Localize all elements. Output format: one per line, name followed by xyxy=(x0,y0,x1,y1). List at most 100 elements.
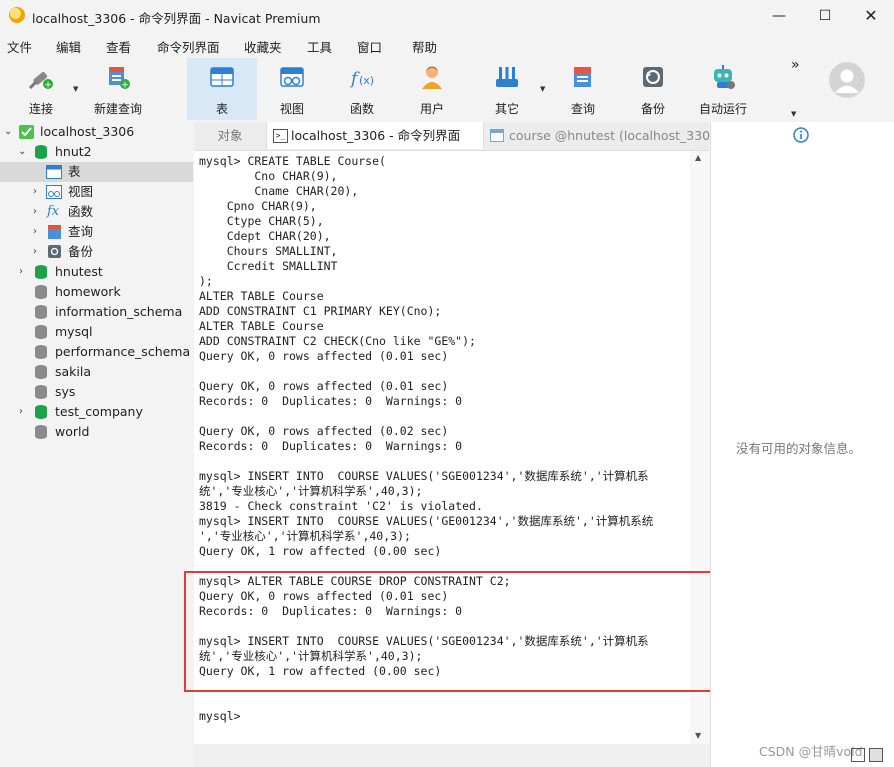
watermark: CSDN @甘晴void xyxy=(759,744,863,759)
tree-db-hnut2[interactable]: ⌄ hnut2 xyxy=(0,142,193,162)
title-bar: localhost_3306 - 命令列界面 - Navicat Premium… xyxy=(0,0,894,32)
console-line: Ctype CHAR(5), xyxy=(199,214,324,228)
menu-help[interactable]: 帮助 xyxy=(412,37,437,56)
chevron-right-icon[interactable]: › xyxy=(33,222,37,242)
other-dropdown-icon[interactable]: ▼ xyxy=(540,85,545,93)
tree-connection[interactable]: ⌄ localhost_3306 xyxy=(0,122,193,142)
scroll-down-icon[interactable]: ▼ xyxy=(695,731,701,740)
chevron-right-icon[interactable]: › xyxy=(19,402,23,422)
menu-edit[interactable]: 编辑 xyxy=(56,37,81,56)
tree-db-sakila[interactable]: sakila xyxy=(0,362,193,382)
console-line: 3819 - Check constraint 'C2' is violated… xyxy=(199,499,483,513)
menu-window[interactable]: 窗口 xyxy=(357,37,382,56)
menu-tools[interactable]: 工具 xyxy=(307,37,332,56)
object-info-panel: 没有可用的对象信息。 CSDN @甘晴void xyxy=(710,122,894,767)
console-line: Cdept CHAR(20), xyxy=(199,229,331,243)
horizontal-scrollbar xyxy=(194,744,709,767)
console-line: ','专业核心','计算机科学系',40,3); xyxy=(199,529,411,543)
minimize-button[interactable]: — xyxy=(756,0,802,32)
automation-label: 自动运行 xyxy=(698,102,747,116)
function-icon: fx xyxy=(47,204,60,219)
new-query-label: 新建查询 xyxy=(93,102,142,116)
menu-console[interactable]: 命令列界面 xyxy=(157,37,220,56)
console-line: mysql> INSERT INTO COURSE VALUES('SGE001… xyxy=(199,469,649,483)
tree-db-test-company[interactable]: › test_company xyxy=(0,402,193,422)
maximize-button[interactable]: ☐ xyxy=(802,0,848,32)
chevron-right-icon[interactable]: › xyxy=(33,182,37,202)
tree-db-label: world xyxy=(55,424,90,439)
connect-dropdown-icon[interactable]: ▼ xyxy=(73,85,78,93)
console-line: Records: 0 Duplicates: 0 Warnings: 0 xyxy=(199,394,463,408)
view-icon xyxy=(46,185,62,199)
database-icon xyxy=(35,285,47,299)
toolbar-options-icon[interactable]: ▼ xyxy=(791,110,796,118)
backup-button[interactable]: 备份 xyxy=(618,58,688,120)
menu-favorites[interactable]: 收藏夹 xyxy=(244,37,282,56)
tree-db-homework[interactable]: homework xyxy=(0,282,193,302)
navigation-tree: ⌄ localhost_3306 ⌄ hnut2 表 › 视图 › fx 函数 … xyxy=(0,122,193,767)
console-line: ); xyxy=(199,274,213,288)
console-line: mysql> xyxy=(199,709,241,723)
menu-bar: 文件 编辑 查看 命令列界面 收藏夹 工具 窗口 帮助 xyxy=(0,33,894,55)
avatar[interactable] xyxy=(829,62,865,98)
query-button[interactable]: 查询 xyxy=(548,58,618,120)
tree-item-backups[interactable]: › 备份 xyxy=(0,242,193,262)
chevron-down-icon[interactable]: ⌄ xyxy=(18,142,26,162)
table-button[interactable]: 表 xyxy=(187,58,257,120)
tree-db-sys[interactable]: sys xyxy=(0,382,193,402)
tree-db-hnutest[interactable]: › hnutest xyxy=(0,262,193,282)
terminal-icon: >_ xyxy=(273,129,288,143)
chevron-right-icon[interactable]: › xyxy=(33,242,37,262)
console-line: ADD CONSTRAINT C1 PRIMARY KEY(Cno); xyxy=(199,304,442,318)
table-icon xyxy=(210,67,234,87)
info-icon[interactable] xyxy=(793,127,809,143)
layout-toggle-icon[interactable] xyxy=(869,748,883,762)
view-button[interactable]: 视图 xyxy=(257,58,327,120)
chevron-right-icon[interactable]: › xyxy=(19,262,23,282)
no-object-info-text: 没有可用的对象信息。 xyxy=(736,441,862,456)
tab-course-label: course @hnutest (localhost_330... xyxy=(509,128,723,143)
query-label: 查询 xyxy=(570,102,595,116)
toolbar-overflow-button[interactable]: » xyxy=(791,57,800,73)
database-icon xyxy=(35,345,47,359)
new-query-button[interactable]: + 新建查询 xyxy=(83,58,153,120)
menu-view[interactable]: 查看 xyxy=(106,37,131,56)
tree-db-world[interactable]: world xyxy=(0,422,193,442)
tree-db-label: information_schema xyxy=(55,304,183,319)
console-line: Ccredit SMALLINT xyxy=(199,259,338,273)
tree-item-label: 函数 xyxy=(68,204,94,219)
new-query-icon: + xyxy=(109,67,130,91)
tree-item-queries[interactable]: › 查询 xyxy=(0,222,193,242)
console-line: ADD CONSTRAINT C2 CHECK(Cno like "GE%"); xyxy=(199,334,476,348)
scroll-up-icon[interactable]: ▲ xyxy=(695,153,701,162)
console-line: Cname CHAR(20), xyxy=(199,184,359,198)
tree-item-tables[interactable]: 表 xyxy=(0,162,193,182)
automation-button[interactable]: 自动运行 xyxy=(688,58,758,120)
tree-db-information-schema[interactable]: information_schema xyxy=(0,302,193,322)
console-line: ALTER TABLE Course xyxy=(199,319,324,333)
chevron-down-icon[interactable]: ⌄ xyxy=(4,122,12,142)
tree-item-functions[interactable]: › fx 函数 xyxy=(0,202,193,222)
robot-icon xyxy=(714,65,735,89)
connect-button[interactable]: + 连接 xyxy=(6,58,76,120)
close-button[interactable]: ✕ xyxy=(848,0,894,32)
tab-course[interactable]: course @hnutest (localhost_330... xyxy=(486,122,722,149)
tree-item-views[interactable]: › 视图 xyxy=(0,182,193,202)
tree-db-label: sys xyxy=(55,384,76,399)
function-button[interactable]: f (x) 函数 xyxy=(327,58,397,120)
layout-toggle-icon[interactable] xyxy=(851,748,865,762)
other-button[interactable]: 其它 xyxy=(472,58,542,120)
menu-file[interactable]: 文件 xyxy=(7,37,32,56)
tab-console[interactable]: >_ localhost_3306 - 命令列界面 xyxy=(266,122,484,149)
console-line: Records: 0 Duplicates: 0 Warnings: 0 xyxy=(199,439,463,453)
view-label: 视图 xyxy=(279,102,304,116)
database-icon xyxy=(35,265,47,279)
console-line: Query OK, 1 row affected (0.00 sec) xyxy=(199,544,442,558)
chevron-right-icon[interactable]: › xyxy=(33,202,37,222)
tree-item-label: 备份 xyxy=(68,244,94,259)
tab-objects[interactable]: 对象 xyxy=(194,122,266,149)
tree-db-mysql[interactable]: mysql xyxy=(0,322,193,342)
tree-item-label: 表 xyxy=(68,164,81,179)
tree-db-performance-schema[interactable]: performance_schema xyxy=(0,342,193,362)
user-button[interactable]: 用户 xyxy=(397,58,467,120)
